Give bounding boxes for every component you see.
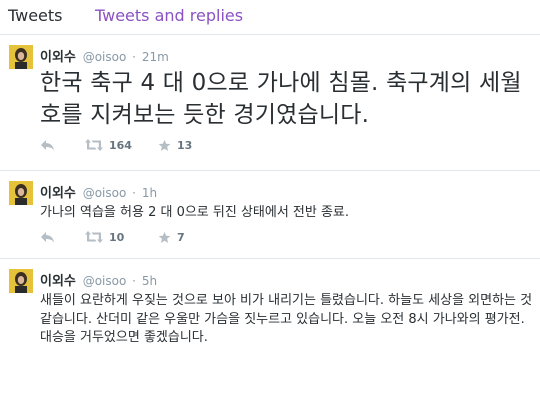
author-name[interactable]: 이외수 xyxy=(40,186,76,201)
tweet-header: 이외수 @oisoo · 5h xyxy=(40,270,157,289)
reply-icon xyxy=(41,232,54,243)
profile-tabs: Tweets Tweets and replies xyxy=(0,0,540,35)
retweet-button[interactable]: 164 xyxy=(85,136,132,154)
timestamp[interactable]: 5h xyxy=(142,274,157,288)
tweet-text: 한국 축구 4 대 0으로 가나에 침몰. 축구계의 세월호를 지켜보는 듯한 … xyxy=(40,70,522,128)
retweet-icon xyxy=(85,231,103,243)
author-name[interactable]: 이외수 xyxy=(40,274,76,289)
tweet-text: 새들이 요란하게 우짖는 것으로 보아 비가 내리기는 틀렸습니다. 하늘도 세… xyxy=(40,293,533,345)
favorite-count: 7 xyxy=(177,230,185,244)
reply-button[interactable] xyxy=(40,228,55,246)
star-icon xyxy=(158,139,171,151)
avatar[interactable] xyxy=(9,269,33,293)
tab-tweets-and-replies[interactable]: Tweets and replies xyxy=(95,6,243,25)
timestamp[interactable]: 1h xyxy=(142,186,157,200)
favorite-count: 13 xyxy=(177,138,193,152)
retweet-count: 10 xyxy=(109,230,125,244)
tweet-actions: 164 13 xyxy=(40,136,340,154)
retweet-button[interactable]: 10 xyxy=(85,228,124,246)
retweet-icon xyxy=(85,139,103,151)
avatar-portrait-icon xyxy=(9,181,33,205)
star-icon xyxy=(158,231,171,243)
tweet[interactable]: 이외수 @oisoo · 5h 새들이 요란하게 우짖는 것으로 보아 비가 내… xyxy=(0,259,540,408)
tweet-header: 이외수 @oisoo · 21m xyxy=(40,46,169,65)
retweet-count: 164 xyxy=(109,138,132,152)
timestamp[interactable]: 21m xyxy=(142,50,169,64)
favorite-button[interactable]: 7 xyxy=(158,228,185,246)
tweet[interactable]: 이외수 @oisoo · 1h 가나의 역습을 허용 2 대 0으로 뒤진 상태… xyxy=(0,171,540,259)
separator: · xyxy=(132,186,136,200)
avatar[interactable] xyxy=(9,181,33,205)
tab-tweets[interactable]: Tweets xyxy=(8,6,63,25)
reply-icon xyxy=(41,140,54,151)
reply-button[interactable] xyxy=(40,136,55,154)
author-name[interactable]: 이외수 xyxy=(40,50,76,65)
avatar[interactable] xyxy=(9,45,33,69)
author-handle[interactable]: @oisoo xyxy=(83,50,127,64)
favorite-button[interactable]: 13 xyxy=(158,136,192,154)
tweet-actions: 10 7 xyxy=(40,228,340,246)
separator: · xyxy=(132,50,136,64)
avatar-portrait-icon xyxy=(9,45,33,69)
author-handle[interactable]: @oisoo xyxy=(83,186,127,200)
tweet-text: 가나의 역습을 허용 2 대 0으로 뒤진 상태에서 전반 종료. xyxy=(40,205,350,220)
author-handle[interactable]: @oisoo xyxy=(83,274,127,288)
avatar-portrait-icon xyxy=(9,269,33,293)
tweet[interactable]: 이외수 @oisoo · 21m 한국 축구 4 대 0으로 가나에 침몰. 축… xyxy=(0,35,540,171)
separator: · xyxy=(132,274,136,288)
tweet-header: 이외수 @oisoo · 1h xyxy=(40,182,157,201)
